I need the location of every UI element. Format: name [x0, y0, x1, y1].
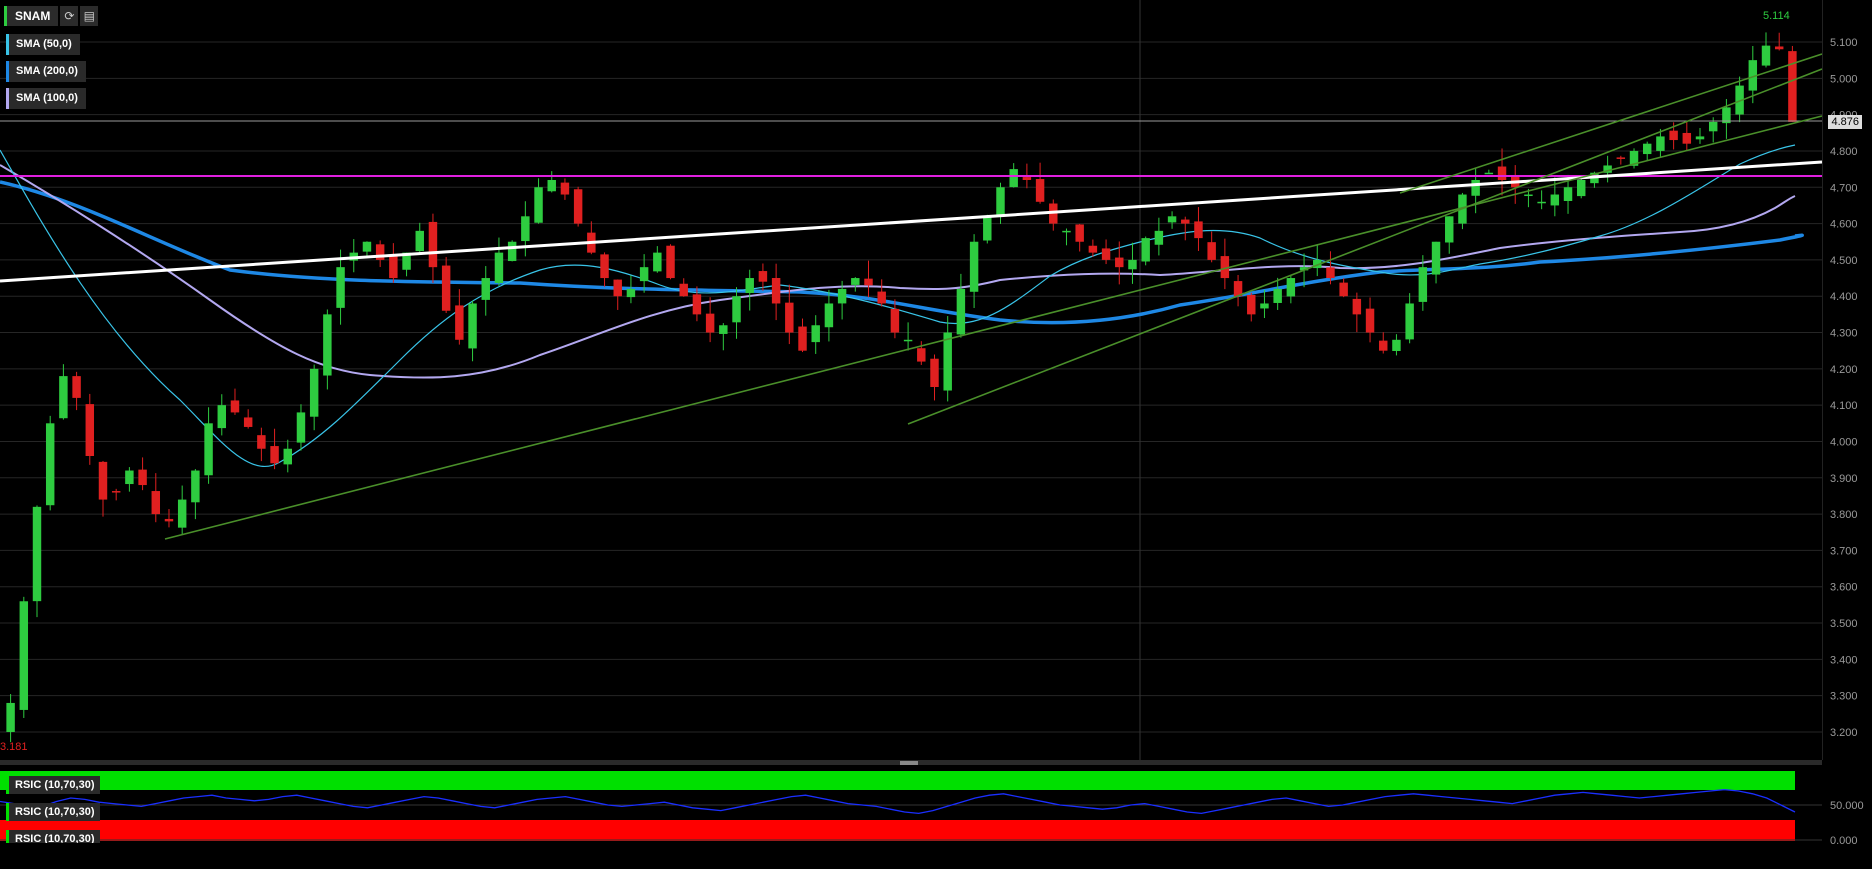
legend-sma-100[interactable]: SMA (100,0) [6, 88, 86, 109]
price-tick-label: 3.300 [1830, 691, 1858, 703]
candle [573, 186, 583, 227]
candle [507, 240, 517, 262]
legend-rsic-1[interactable]: RSIC (10,70,30) [6, 776, 101, 794]
symbol-button[interactable]: SNAM [4, 6, 59, 26]
price-tick-label: 3.800 [1830, 509, 1858, 521]
candle [85, 393, 95, 465]
price-tick-label: 5.000 [1830, 73, 1858, 85]
price-tick-label: 4.100 [1830, 400, 1858, 412]
high-price-label: 5.114 [1763, 10, 1790, 22]
candle [1141, 236, 1150, 266]
chart-settings-button[interactable]: ▤ [80, 6, 99, 26]
legend-sma-200[interactable]: SMA (200,0) [6, 61, 86, 82]
axis-separator [1822, 0, 1823, 760]
calendar-icon: ▤ [83, 9, 96, 23]
legend-rsic-3[interactable]: RSIC (10,70,30) [6, 830, 101, 843]
price-tick-label: 4.700 [1830, 182, 1858, 194]
candle [1788, 45, 1797, 122]
legend-rsic-2[interactable]: RSIC (10,70,30) [6, 803, 101, 821]
candle [666, 244, 675, 280]
rsi-panel: 50.000 0.000 [0, 770, 1864, 869]
refresh-icon: ⟳ [64, 9, 75, 23]
candle [32, 505, 42, 618]
price-tick-label: 3.500 [1830, 618, 1858, 630]
price-tick-label: 4.600 [1830, 219, 1858, 231]
price-tick-label: 4.800 [1830, 146, 1858, 158]
price-chart-canvas[interactable]: 5.1005.0004.9004.8004.7004.6004.5004.400… [0, 0, 1872, 869]
price-tick-label: 5.100 [1830, 37, 1858, 49]
price-tick-label: 3.200 [1830, 727, 1858, 739]
rsi-overbought-zone [0, 771, 1795, 790]
price-tick-label: 3.600 [1830, 582, 1858, 594]
price-tick-label: 4.200 [1830, 364, 1858, 376]
price-tick-label: 3.400 [1830, 654, 1858, 666]
chart-toolbar: SNAM ⟳ ▤ [4, 6, 99, 26]
current-price-tag: 4.876 [1828, 115, 1862, 129]
price-tick-label: 3.900 [1830, 473, 1858, 485]
rsi-oversold-zone [0, 820, 1795, 841]
rsi-tick-0: 0.000 [1830, 835, 1858, 847]
low-price-label: 3.181 [0, 741, 28, 753]
candle [19, 596, 29, 718]
refresh-button[interactable]: ⟳ [60, 6, 79, 26]
panel-divider[interactable] [0, 760, 1822, 765]
price-tick-label: 3.700 [1830, 545, 1858, 557]
price-tick-label: 4.400 [1830, 291, 1858, 303]
price-tick-label: 4.300 [1830, 328, 1858, 340]
rsi-tick-50: 50.000 [1830, 800, 1864, 812]
price-tick-label: 4.500 [1830, 255, 1858, 267]
legend-sma-50[interactable]: SMA (50,0) [6, 34, 80, 55]
candle [983, 214, 992, 244]
price-tick-label: 4.000 [1830, 436, 1858, 448]
candle [45, 415, 55, 511]
